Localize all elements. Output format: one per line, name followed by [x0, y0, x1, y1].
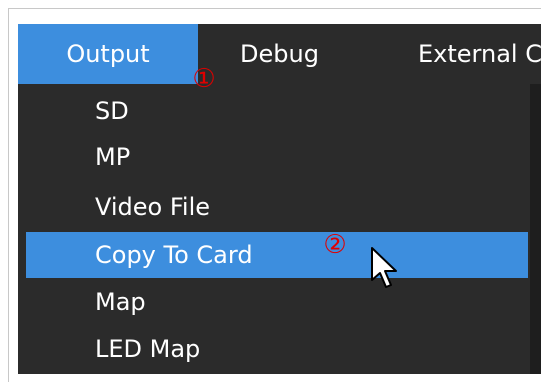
menu-external[interactable]: External C [418, 24, 541, 84]
menu-item-mp[interactable]: MP [18, 134, 528, 180]
menu-item-label: Map [95, 288, 146, 316]
step-2-marker: ② [323, 230, 347, 260]
menu-item-sd[interactable]: SD [18, 88, 528, 134]
menu-output[interactable]: Output [18, 24, 198, 84]
output-dropdown-menu: SD MP Video File Copy To Card Map LED Ma… [18, 84, 541, 374]
menu-item-copy-to-card[interactable]: Copy To Card [26, 232, 528, 278]
mouse-pointer-icon [370, 246, 400, 290]
menu-debug[interactable]: Debug [240, 24, 319, 84]
menu-item-label: MP [95, 143, 131, 171]
menu-bar: Output Debug External C [18, 24, 541, 84]
menu-item-label: Video File [95, 193, 211, 221]
menu-item-label: LED Map [95, 335, 201, 363]
menu-item-label: Copy To Card [95, 241, 253, 269]
menu-item-map[interactable]: Map [18, 279, 528, 325]
menu-item-video-file[interactable]: Video File [18, 184, 528, 230]
menu-item-label: SD [95, 97, 129, 125]
menu-item-led-map[interactable]: LED Map [18, 326, 528, 372]
menu-edge [530, 84, 541, 374]
step-1-marker: ① [192, 64, 216, 94]
